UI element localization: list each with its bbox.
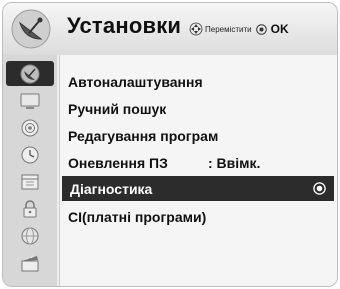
ok-hint-label: OK — [270, 22, 289, 36]
sidebar-item-setup[interactable] — [6, 61, 54, 86]
menu-item-label: CI(платні програми) — [68, 208, 207, 225]
speaker-icon — [21, 119, 39, 136]
sidebar-item-media[interactable] — [6, 250, 54, 275]
menu-item-label: Оневлення ПЗ — [68, 154, 168, 171]
sidebar-item-options[interactable] — [6, 169, 54, 194]
navigation-hint: Перемістити OK — [189, 22, 289, 36]
menu-item-label: Ручний пошук — [68, 100, 167, 117]
sidebar-item-lock[interactable] — [6, 196, 54, 221]
menu-item-auto-tuning[interactable]: Автоналаштування — [60, 69, 332, 94]
settings-window: Установки Перемістити OK Автоналаштуванн… — [2, 2, 338, 287]
ok-button-icon — [313, 182, 326, 195]
move-arrows-icon — [189, 22, 203, 36]
tv-screen-icon — [20, 93, 40, 109]
menu-item-diagnostics[interactable]: Діагностика — [62, 176, 334, 201]
sidebar-item-network[interactable] — [6, 223, 54, 248]
menu-item-program-edit[interactable]: Редагування програм — [60, 123, 332, 148]
move-hint-label: Перемістити — [205, 24, 252, 34]
category-sidebar — [3, 55, 57, 286]
sidebar-item-time[interactable] — [6, 142, 54, 167]
satellite-dish-icon — [11, 9, 51, 49]
menu-item-ci-module[interactable]: CI(платні програми) — [60, 204, 332, 229]
menu-item-manual-search[interactable]: Ручний пошук — [60, 96, 332, 121]
page-title: Установки — [67, 13, 182, 38]
sidebar-item-picture[interactable] — [6, 88, 54, 113]
clapperboard-icon — [21, 254, 39, 271]
satellite-dish-icon — [20, 64, 40, 83]
software-update-value: : Ввімк. — [208, 154, 261, 171]
padlock-icon — [23, 199, 37, 217]
calendar-icon — [21, 174, 39, 189]
clock-icon — [21, 146, 39, 163]
menu-item-label: Автоналаштування — [68, 73, 203, 90]
globe-icon — [21, 227, 39, 244]
menu-item-label: Діагностика — [70, 180, 153, 197]
ok-button-icon — [255, 23, 267, 35]
sidebar-item-audio[interactable] — [6, 115, 54, 140]
menu-item-software-update[interactable]: Оневлення ПЗ : Ввімк. — [60, 150, 332, 175]
settings-menu-list: Автоналаштування Ручний пошук Редагуванн… — [59, 55, 337, 286]
menu-item-label: Редагування програм — [68, 127, 219, 144]
menu-header: Установки Перемістити OK — [3, 3, 337, 55]
